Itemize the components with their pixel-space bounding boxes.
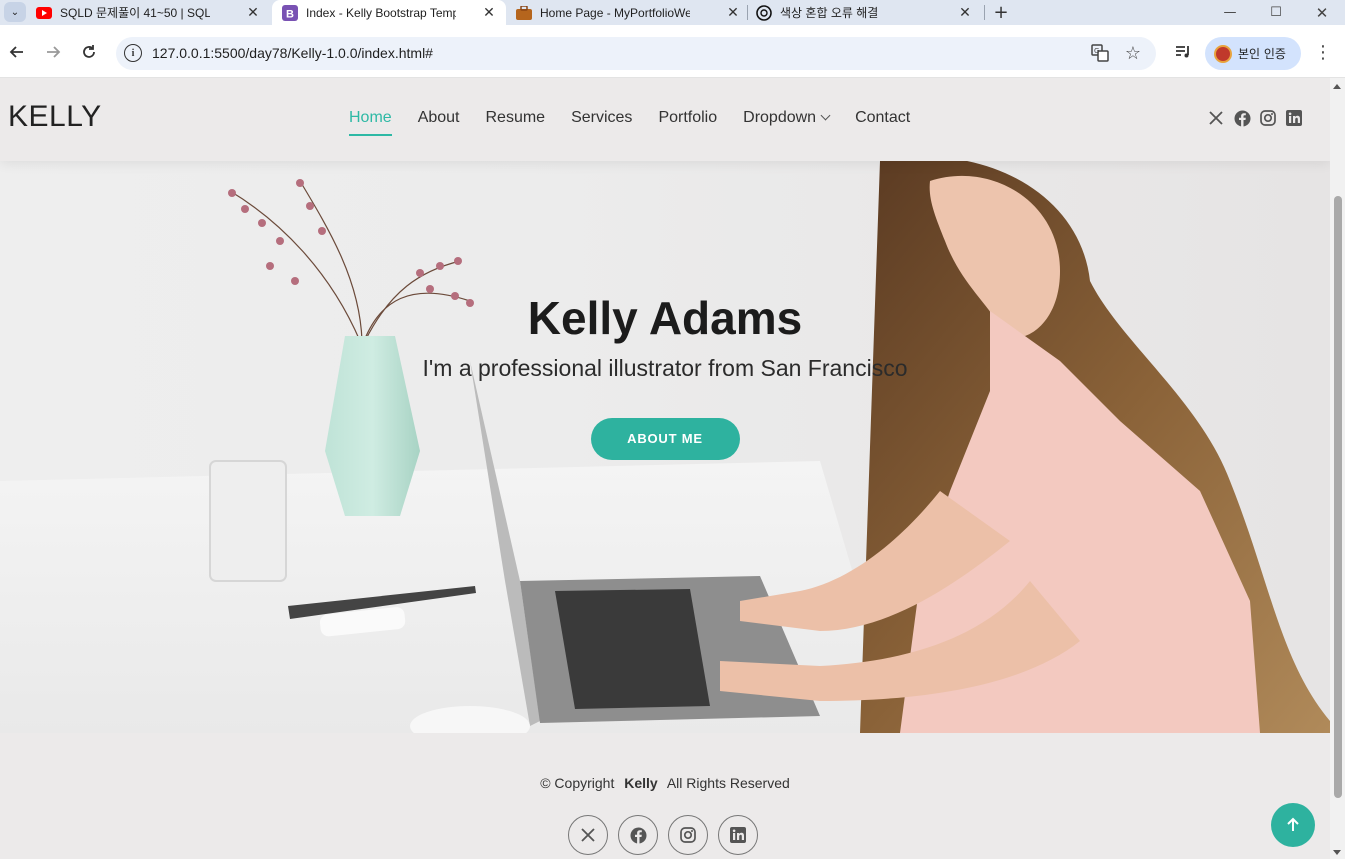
close-icon[interactable]: ✕	[724, 3, 742, 21]
scroll-down-arrow[interactable]	[1333, 850, 1341, 855]
hero-section: Kelly Adams I'm a professional illustrat…	[0, 161, 1330, 733]
x-icon[interactable]	[568, 815, 608, 855]
minimize-button[interactable]: —	[1207, 0, 1253, 25]
nav-portfolio[interactable]: Portfolio	[658, 109, 717, 127]
hero-content: Kelly Adams I'm a professional illustrat…	[0, 291, 1330, 460]
tab-chatgpt[interactable]: 색상 혼합 오류 해결 ✕	[756, 0, 982, 25]
page-scrollbar[interactable]	[1330, 78, 1345, 859]
arrow-up-icon	[1287, 817, 1299, 831]
tab-separator	[747, 5, 748, 20]
nav-contact[interactable]: Contact	[855, 109, 910, 127]
linkedin-icon[interactable]	[718, 815, 758, 855]
main-nav: Home About Resume Services Portfolio Dro…	[336, 109, 923, 136]
profile-button[interactable]: 본인 인증	[1205, 37, 1301, 70]
close-window-button[interactable]: ✕	[1299, 0, 1345, 25]
close-icon[interactable]: ✕	[480, 3, 498, 21]
nav-services[interactable]: Services	[571, 109, 632, 127]
avatar	[1214, 44, 1232, 63]
maximize-button[interactable]: ☐	[1253, 0, 1299, 25]
nav-resume[interactable]: Resume	[486, 109, 546, 127]
tab-title: Home Page - MyPortfolioWebs	[540, 5, 690, 20]
svg-text:G: G	[1094, 47, 1099, 55]
nav-home[interactable]: Home	[349, 109, 392, 136]
close-icon[interactable]: ✕	[244, 3, 262, 21]
tab-title: 색상 혼합 오류 해결	[780, 6, 879, 20]
profile-label: 본인 인증	[1238, 47, 1286, 61]
site-logo[interactable]: KELLY	[8, 100, 102, 134]
copyright-rights: All Rights Reserved	[666, 775, 790, 791]
browser-tab-strip: ⌄ SQLD 문제풀이 41~50 | SQLD ✕ B Index - Kel…	[0, 0, 1345, 25]
reload-button[interactable]	[75, 38, 103, 66]
copyright-prefix: © Copyright	[540, 775, 615, 791]
media-control-icon[interactable]	[1169, 38, 1197, 66]
site-header: KELLY Home About Resume Services Portfol…	[0, 78, 1330, 161]
web-page: KELLY Home About Resume Services Portfol…	[0, 78, 1330, 859]
copyright-text: © Copyright Kelly All Rights Reserved	[0, 775, 1330, 791]
linkedin-icon[interactable]	[1284, 108, 1304, 128]
svg-text:B: B	[286, 8, 294, 20]
menu-dots-icon[interactable]: ⋮	[1309, 38, 1337, 66]
facebook-icon[interactable]	[618, 815, 658, 855]
scroll-up-arrow[interactable]	[1333, 84, 1341, 89]
header-social-links	[1206, 108, 1310, 128]
chevron-down-icon	[820, 110, 831, 121]
footer-social-links	[568, 815, 768, 855]
tab-title: Index - Kelly Bootstrap Templa	[306, 5, 456, 20]
instagram-icon[interactable]	[668, 815, 708, 855]
openai-icon	[756, 4, 772, 21]
tab-kelly[interactable]: B Index - Kelly Bootstrap Templa ✕	[272, 0, 506, 25]
url-text: 127.0.0.1:5500/day78/Kelly-1.0.0/index.h…	[152, 45, 433, 61]
new-tab-button[interactable]: +	[990, 1, 1012, 23]
briefcase-icon	[516, 5, 532, 21]
site-info-icon[interactable]: i	[124, 44, 142, 62]
copyright-brand: Kelly	[624, 775, 658, 791]
facebook-icon[interactable]	[1232, 108, 1252, 128]
nav-about[interactable]: About	[418, 109, 460, 127]
tab-search-button[interactable]: ⌄	[4, 2, 26, 22]
instagram-icon[interactable]	[1258, 108, 1278, 128]
nav-dropdown-label: Dropdown	[743, 109, 817, 126]
about-me-button[interactable]: ABOUT ME	[590, 418, 740, 460]
back-button[interactable]	[3, 38, 31, 66]
browser-toolbar: i 127.0.0.1:5500/day78/Kelly-1.0.0/index…	[0, 25, 1345, 78]
tab-separator	[984, 5, 985, 20]
hero-title: Kelly Adams	[527, 292, 803, 344]
back-to-top-button[interactable]	[1271, 803, 1315, 847]
tab-portfolio[interactable]: Home Page - MyPortfolioWebs ✕	[516, 0, 750, 25]
site-footer: © Copyright Kelly All Rights Reserved	[0, 733, 1330, 859]
scroll-thumb[interactable]	[1334, 196, 1342, 798]
nav-dropdown[interactable]: Dropdown	[743, 109, 831, 127]
bootstrap-icon: B	[282, 4, 298, 21]
forward-button[interactable]	[39, 38, 67, 66]
hero-subtitle: I'm a professional illustrator from San …	[422, 355, 908, 381]
youtube-icon	[36, 5, 52, 21]
x-icon[interactable]	[1206, 108, 1226, 128]
address-bar[interactable]: i 127.0.0.1:5500/day78/Kelly-1.0.0/index…	[116, 37, 1156, 70]
tab-sqld[interactable]: SQLD 문제풀이 41~50 | SQLD ✕	[36, 0, 270, 25]
close-icon[interactable]: ✕	[956, 3, 974, 21]
bookmark-star-icon[interactable]: ☆	[1123, 43, 1143, 64]
translate-icon[interactable]: G	[1090, 43, 1110, 63]
tab-title: SQLD 문제풀이 41~50 | SQLD	[60, 6, 210, 20]
